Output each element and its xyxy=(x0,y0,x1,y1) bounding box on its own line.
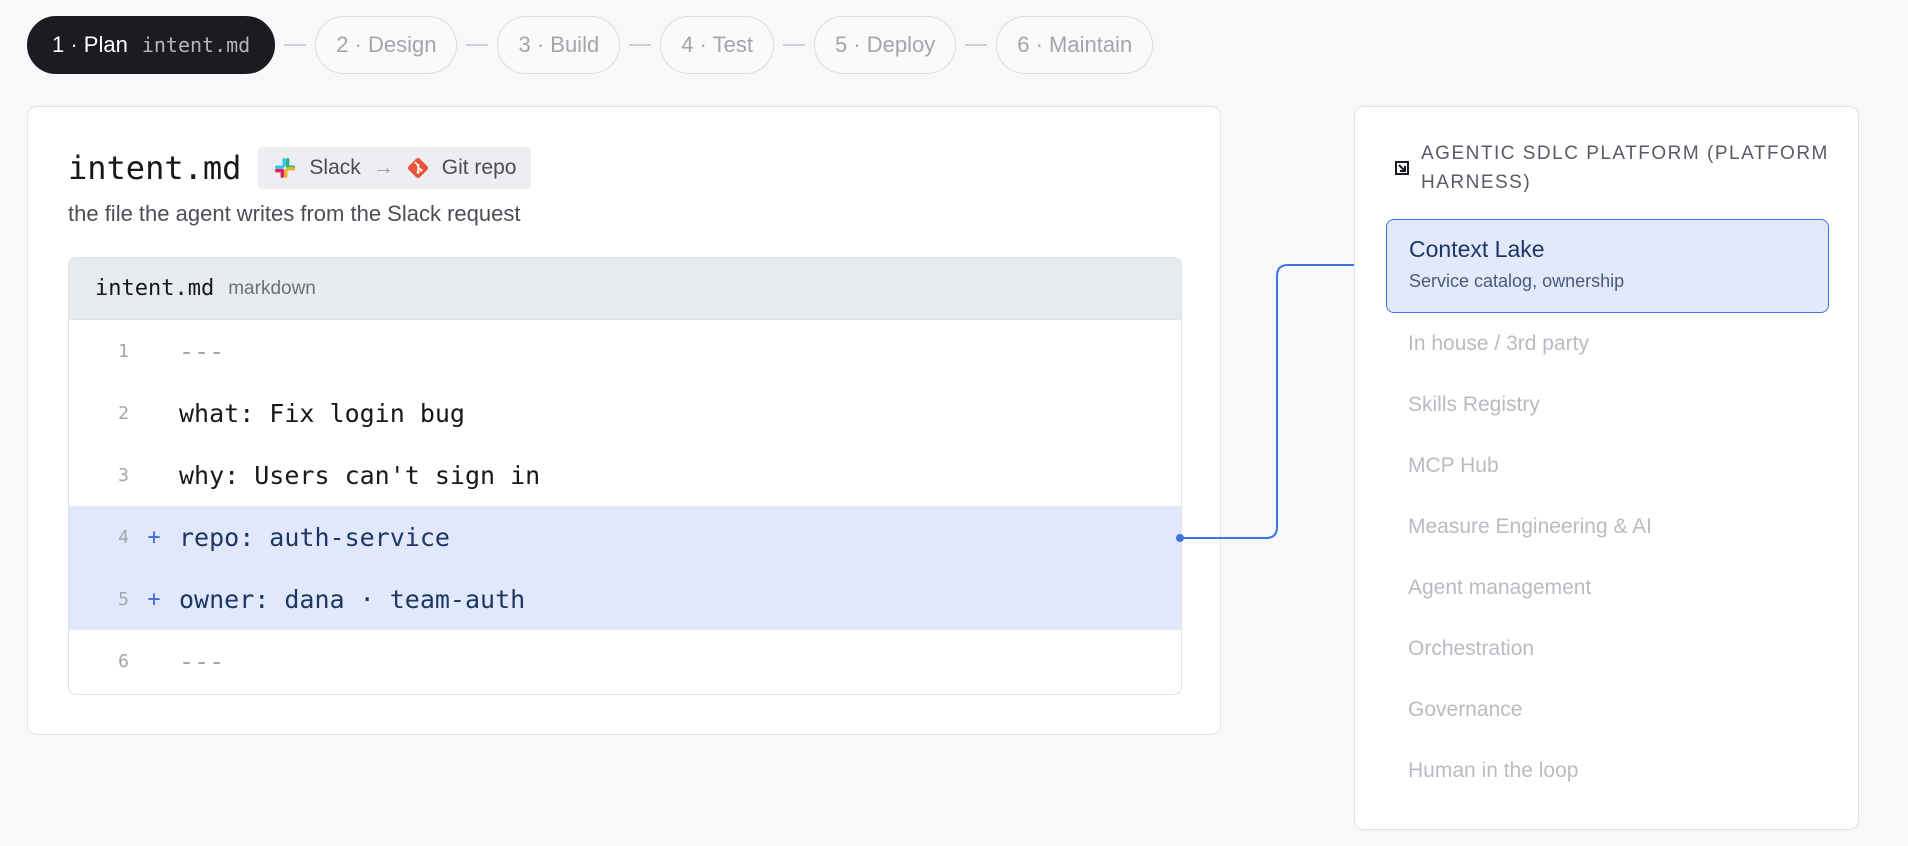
line-number: 6 xyxy=(118,650,129,672)
slack-logo-icon xyxy=(275,158,296,178)
step-separator xyxy=(466,44,489,46)
module-subtitle: Service catalog, ownership xyxy=(1409,271,1625,291)
step-separator xyxy=(629,44,652,46)
line-text: owner: dana · team-auth xyxy=(179,584,526,614)
step-label: 6 · Maintain xyxy=(1017,32,1133,57)
source-from: Slack xyxy=(309,156,361,179)
module-measure-engineering-ai[interactable]: Measure Engineering & AI xyxy=(1386,496,1829,557)
git-logo-icon xyxy=(407,157,428,179)
module-human-in-the-loop[interactable]: Human in the loop xyxy=(1386,740,1829,801)
line-text: --- xyxy=(179,336,225,366)
step-label: 1 · Plan xyxy=(52,32,128,57)
step-build[interactable]: 3 · Build xyxy=(497,16,621,74)
stepper: 1 · Plan intent.md 2 · Design 3 · Build … xyxy=(27,16,1154,74)
source-chip: Slack → Git repo xyxy=(258,147,532,189)
module-governance[interactable]: Governance xyxy=(1386,679,1829,740)
line-number: 5 xyxy=(118,588,129,610)
line-text: repo: auth-service xyxy=(179,522,450,552)
module-context-lake[interactable]: Context Lake Service catalog, ownership xyxy=(1386,219,1829,313)
file-description: the file the agent writes from the Slack… xyxy=(68,201,521,226)
code-line-added[interactable]: 4 + repo: auth-service xyxy=(69,506,1181,568)
module-orchestration[interactable]: Orchestration xyxy=(1386,618,1829,679)
step-separator xyxy=(965,44,988,46)
step-separator xyxy=(782,44,805,46)
line-number: 4 xyxy=(118,526,129,548)
corner-arrow-icon xyxy=(1395,161,1409,175)
line-text: why: Users can't sign in xyxy=(179,460,541,490)
step-label: 3 · Build xyxy=(518,32,600,57)
step-label: 5 · Deploy xyxy=(834,32,936,57)
step-separator xyxy=(284,44,307,46)
step-deploy[interactable]: 5 · Deploy xyxy=(813,16,957,74)
arrow-right-icon: → xyxy=(372,156,394,179)
editor-filename: intent.md xyxy=(95,276,215,301)
platform-title: AGENTIC SDLC PLATFORM (PLATFORM HARNESS) xyxy=(1421,143,1829,193)
added-marker: + xyxy=(147,524,161,550)
step-plan[interactable]: 1 · Plan intent.md xyxy=(27,16,276,74)
line-number: 3 xyxy=(118,464,129,486)
file-title: intent.md xyxy=(68,149,242,187)
code-line[interactable]: 2 what: Fix login bug xyxy=(69,382,1181,444)
step-label: 2 · Design xyxy=(336,32,437,57)
step-design[interactable]: 2 · Design xyxy=(315,16,458,74)
line-number: 2 xyxy=(118,402,129,424)
editor-lines: 1 --- 2 what: Fix login bug 3 why: Users… xyxy=(69,320,1181,692)
code-line[interactable]: 3 why: Users can't sign in xyxy=(69,444,1181,506)
step-maintain[interactable]: 6 · Maintain xyxy=(996,16,1154,74)
code-line[interactable]: 6 --- xyxy=(69,630,1181,692)
module-in-house-3rd-party[interactable]: In house / 3rd party xyxy=(1386,313,1829,374)
source-to: Git repo xyxy=(441,156,517,179)
module-mcp-hub[interactable]: MCP Hub xyxy=(1386,435,1829,496)
code-line-added[interactable]: 5 + owner: dana · team-auth xyxy=(69,568,1181,630)
code-line[interactable]: 1 --- xyxy=(69,320,1181,382)
step-test[interactable]: 4 · Test xyxy=(660,16,774,74)
file-header: intent.md Slack → Git repo xyxy=(68,147,532,189)
editor-header: intent.md markdown xyxy=(69,258,1181,320)
step-file: intent.md xyxy=(141,33,251,57)
platform-panel: AGENTIC SDLC PLATFORM (PLATFORM HARNESS)… xyxy=(1354,106,1859,830)
intent-file-card: intent.md Slack → Git repo the file the … xyxy=(27,106,1221,735)
module-list: Context Lake Service catalog, ownership … xyxy=(1386,219,1829,801)
line-number: 1 xyxy=(118,340,129,362)
line-text: --- xyxy=(179,646,225,676)
platform-header: AGENTIC SDLC PLATFORM (PLATFORM HARNESS) xyxy=(1395,139,1835,197)
code-editor: intent.md markdown 1 --- 2 what: Fix log… xyxy=(68,257,1182,695)
editor-language: markdown xyxy=(228,277,316,299)
line-text: what: Fix login bug xyxy=(179,398,465,428)
step-label: 4 · Test xyxy=(681,32,753,57)
module-title: Context Lake xyxy=(1409,236,1545,262)
added-marker: + xyxy=(147,586,161,612)
module-skills-registry[interactable]: Skills Registry xyxy=(1386,374,1829,435)
module-agent-management[interactable]: Agent management xyxy=(1386,557,1829,618)
